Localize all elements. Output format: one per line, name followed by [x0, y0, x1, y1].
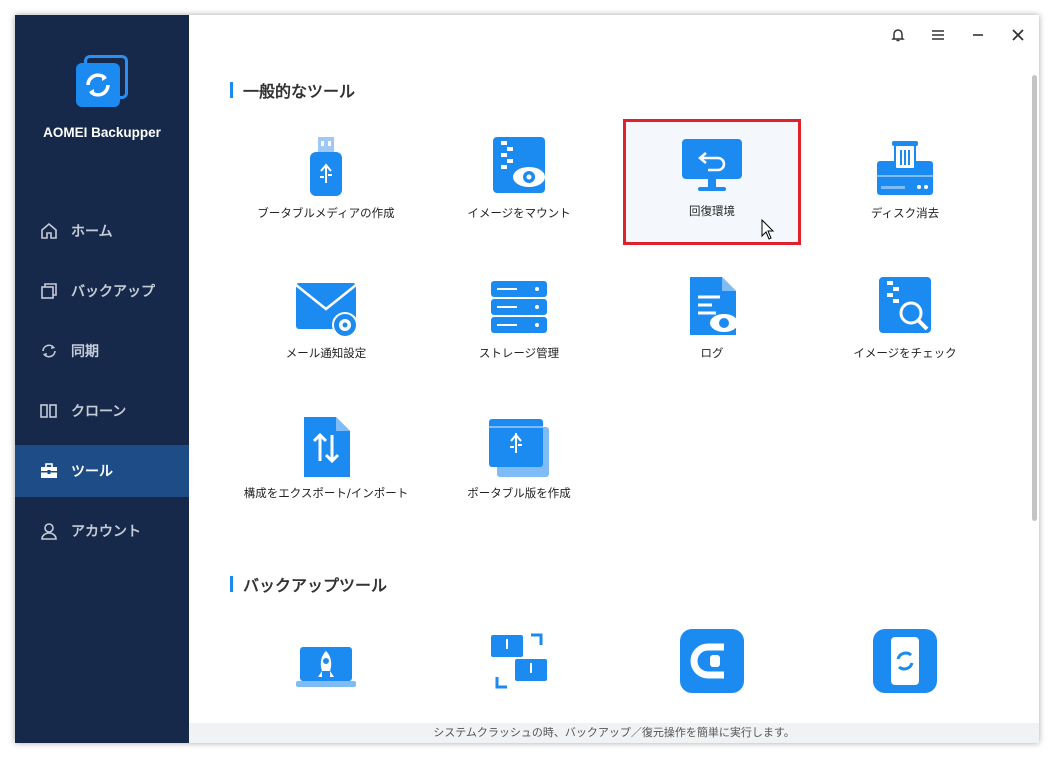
backup-icon	[39, 281, 59, 301]
sync-icon	[39, 341, 59, 361]
close-button[interactable]	[1005, 23, 1031, 47]
mount-image-icon	[487, 135, 551, 199]
pc-transfer-icon	[487, 629, 551, 693]
sidebar-item-clone[interactable]: クローン	[15, 385, 189, 437]
section-title-general: 一般的なツール	[230, 78, 355, 102]
sidebar-item-sync[interactable]: 同期	[15, 325, 189, 377]
sidebar-item-label: ツール	[71, 464, 113, 480]
tool-check-image[interactable]: イメージをチェック	[816, 261, 994, 385]
disk-wipe-icon	[873, 135, 937, 199]
tool-mount-image[interactable]: イメージをマウント	[430, 121, 608, 245]
rocket-laptop-icon	[294, 629, 358, 693]
mouse-cursor-icon	[761, 218, 775, 245]
tool-backup-4[interactable]	[816, 615, 994, 703]
toolbox-icon	[39, 461, 59, 481]
sidebar-item-tools[interactable]: ツール	[15, 445, 189, 497]
check-image-icon	[873, 275, 937, 339]
title-bar-controls	[885, 23, 1031, 47]
recovery-monitor-icon	[680, 133, 744, 197]
sidebar-item-account[interactable]: アカウント	[15, 505, 189, 557]
usb-drive-icon	[294, 135, 358, 199]
tool-export-import[interactable]: 構成をエクスポート/インポート	[237, 401, 415, 525]
tool-storage[interactable]: ストレージ管理	[430, 261, 608, 385]
tool-backup-2[interactable]	[430, 615, 608, 703]
tool-mail-settings[interactable]: メール通知設定	[237, 261, 415, 385]
brand: AOMEI Backupper	[15, 53, 189, 140]
user-icon	[39, 521, 59, 541]
clone-icon	[39, 401, 59, 421]
minimize-button[interactable]	[965, 23, 991, 47]
aomei-logo-icon	[72, 53, 132, 113]
mail-settings-icon	[294, 275, 358, 339]
minimize-icon	[973, 34, 983, 36]
section-title-backup: バックアップツール	[230, 572, 387, 596]
tool-log[interactable]: ログ	[623, 261, 801, 385]
tool-disk-wipe[interactable]: ディスク消去	[816, 121, 994, 245]
tool-backup-3[interactable]	[623, 615, 801, 703]
sidebar-item-label: クローン	[71, 404, 127, 420]
tool-bootable-media[interactable]: ブータブルメディアの作成	[237, 121, 415, 245]
sidebar-item-label: ホーム	[71, 224, 113, 240]
storage-icon	[487, 275, 551, 339]
sidebar-item-label: バックアップ	[71, 284, 155, 300]
status-bar: システムクラッシュの時、バックアップ／復元操作を簡単に実行します。	[189, 723, 1039, 743]
tool-backup-1[interactable]	[237, 615, 415, 703]
bell-icon	[891, 29, 905, 42]
sidebar: AOMEI Backupper ホーム バックアップ 同期 クローン ツール ア…	[15, 15, 189, 743]
close-icon	[1012, 29, 1024, 41]
log-icon	[680, 275, 744, 339]
hamburger-icon	[932, 30, 944, 40]
sidebar-item-backup[interactable]: バックアップ	[15, 265, 189, 317]
app-window: AOMEI Backupper ホーム バックアップ 同期 クローン ツール ア…	[15, 15, 1039, 743]
phone-sync-icon	[873, 629, 937, 693]
sidebar-item-home[interactable]: ホーム	[15, 205, 189, 257]
main-panel: 一般的なツール ブータブルメディアの作成 イメージをマウント 回復環境 ディスク…	[189, 15, 1039, 743]
notification-button[interactable]	[885, 23, 911, 47]
tool-portable[interactable]: ポータブル版を作成	[430, 401, 608, 525]
cbackupper-icon	[680, 629, 744, 693]
scrollbar[interactable]	[1032, 75, 1037, 521]
export-import-icon	[294, 415, 358, 479]
sidebar-item-label: 同期	[71, 344, 99, 360]
portable-icon	[487, 415, 551, 479]
menu-button[interactable]	[925, 23, 951, 47]
sidebar-item-label: アカウント	[71, 524, 141, 540]
home-icon	[39, 221, 59, 241]
app-name: AOMEI Backupper	[43, 125, 161, 140]
sidebar-nav: ホーム バックアップ 同期 クローン ツール アカウント	[15, 205, 189, 565]
